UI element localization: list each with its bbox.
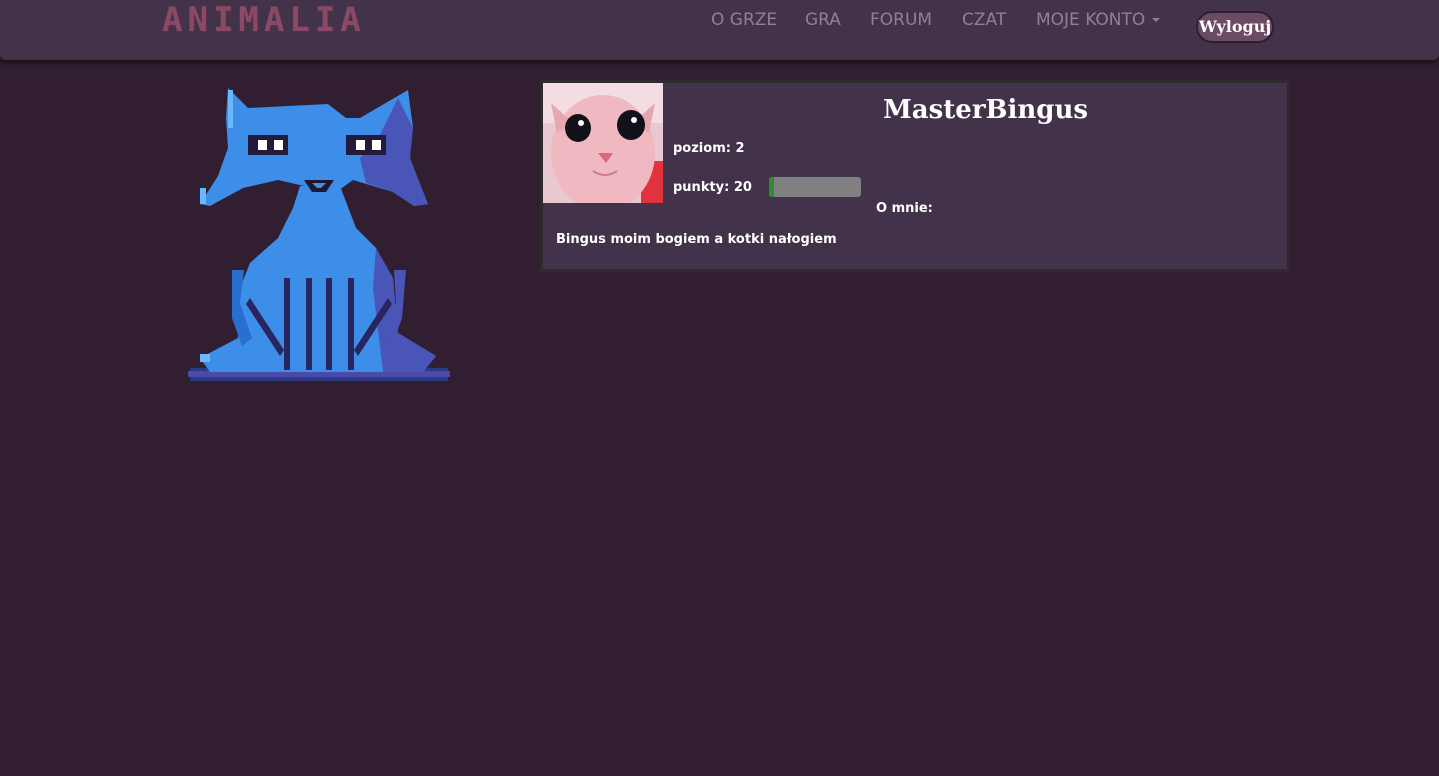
nav-link-czat[interactable]: CZAT	[962, 10, 1006, 30]
points-text: punkty: 20	[673, 180, 752, 195]
logo[interactable]: ANIMALIA	[162, 2, 366, 38]
bio-text: Bingus moim bogiem a kotki nałogiem	[556, 232, 837, 247]
nav-dropdown-label: MOJE KONTO	[1036, 10, 1146, 30]
nav-link-forum[interactable]: FORUM	[870, 10, 932, 30]
top-navbar: ANIMALIA O GRZE GRA FORUM CZAT MOJE KONT…	[0, 0, 1439, 60]
logout-button[interactable]: Wyloguj	[1196, 11, 1274, 43]
level-text: poziom: 2	[673, 141, 745, 156]
pixel-cat-icon	[188, 88, 450, 381]
nav-dropdown-moje-konto[interactable]: MOJE KONTO	[1036, 10, 1161, 30]
points-progress-fill	[769, 177, 774, 197]
profile-avatar	[543, 83, 663, 203]
about-me-label: O mnie:	[876, 201, 933, 216]
profile-card: MasterBingus poziom: 2 punkty: 20 O mnie…	[540, 80, 1290, 272]
profile-username: MasterBingus	[883, 95, 1088, 125]
points-progress-bar	[769, 177, 861, 197]
chevron-down-icon	[1152, 18, 1161, 22]
nav-link-gra[interactable]: GRA	[805, 10, 841, 30]
nav-link-o-grze[interactable]: O GRZE	[711, 10, 777, 30]
